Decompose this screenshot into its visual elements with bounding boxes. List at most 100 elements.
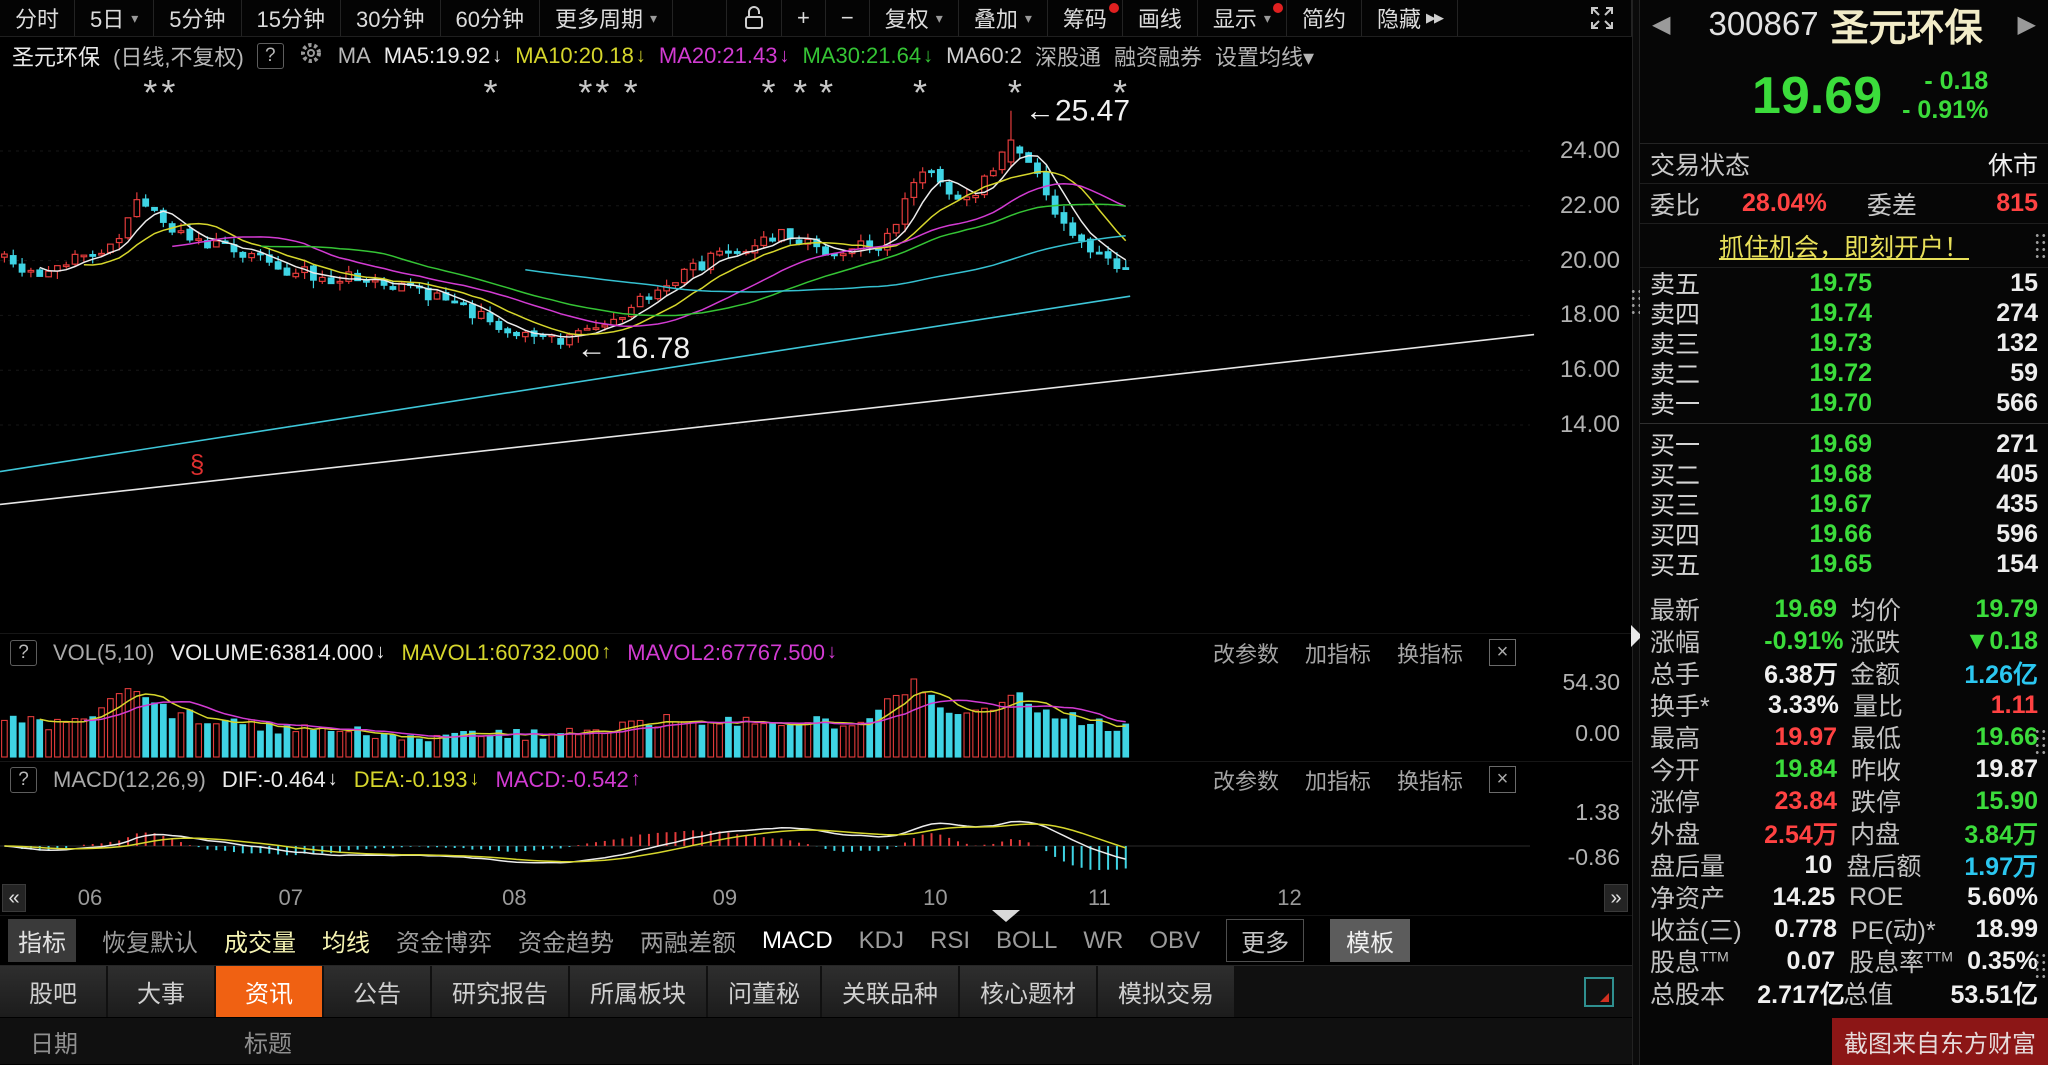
bottom-tab[interactable]: 关联品种 — [822, 966, 958, 1017]
indicator-tab[interactable]: MACD — [762, 927, 833, 955]
edge-grip-middle[interactable] — [2034, 728, 2047, 756]
stat-value: 19.79 — [1969, 595, 2038, 624]
help-icon[interactable]: ? — [10, 767, 37, 793]
bottom-tab[interactable]: 模拟交易 — [1098, 966, 1234, 1017]
scroll-left-button[interactable]: « — [2, 884, 26, 912]
toolbar-button[interactable]: 5分钟 — [154, 0, 241, 36]
stat-label: 涨跌 — [1850, 623, 1964, 659]
toolbar-button[interactable]: + — [782, 0, 826, 36]
fullscreen-icon[interactable] — [1573, 0, 1632, 36]
toolbar-button[interactable]: 画线 — [1123, 0, 1198, 36]
lock-icon[interactable] — [727, 0, 782, 36]
bottom-tab[interactable]: 研究报告 — [432, 966, 568, 1017]
toolbar-button-label: 5分钟 — [169, 2, 225, 34]
pane-action-link[interactable]: 改参数 — [1213, 764, 1279, 796]
pane-action-link[interactable]: 加指标 — [1305, 637, 1371, 669]
header-link[interactable]: 深股通 — [1035, 40, 1101, 72]
pane-action-link[interactable]: 换指标 — [1397, 764, 1463, 796]
order-price: 19.68 — [1722, 460, 1918, 489]
open-account-ad[interactable]: 抓住机会，即刻开户！ — [1640, 224, 2048, 268]
toolbar-button[interactable]: 简约 — [1287, 0, 1362, 36]
stock-name: 圣元环保 — [1831, 0, 1983, 52]
volume-chart[interactable]: 54.30 0.00 — [0, 671, 1632, 761]
indicator-tab[interactable]: OBV — [1149, 927, 1200, 955]
order-book-row: 买五19.65154 — [1640, 549, 2048, 579]
toolbar-button[interactable]: 隐藏▶▶ — [1362, 0, 1458, 36]
indicator-tab[interactable]: 模板 — [1330, 919, 1410, 962]
toolbar-button[interactable]: 15分钟 — [242, 0, 341, 36]
indicator-tab[interactable]: 指标 — [8, 919, 76, 962]
stat-value: 18.99 — [1969, 915, 2038, 944]
toolbar-button[interactable]: − — [826, 0, 870, 36]
event-marker-icon: * — [762, 75, 776, 113]
gear-icon[interactable] — [297, 39, 325, 73]
stat-value: 53.51亿 — [1950, 975, 2038, 1011]
next-stock-icon[interactable]: ▶ — [2018, 10, 2036, 39]
edge-grip-bottom[interactable] — [2034, 952, 2047, 980]
bottom-tab[interactable]: 资讯 — [216, 966, 322, 1017]
ad-link[interactable]: 抓住机会，即刻开户！ — [1719, 228, 1969, 264]
ma-settings-link[interactable]: 设置均线▾ — [1215, 40, 1314, 72]
indicator-tab[interactable]: RSI — [930, 927, 970, 955]
macd-chart[interactable]: 1.38 -0.86 — [0, 797, 1632, 883]
toolbar-button[interactable]: 叠加▾ — [959, 0, 1048, 36]
trend-arrow-icon: ↓ — [328, 768, 338, 791]
indicator-tab[interactable]: 均线 — [322, 923, 370, 958]
kline-chart[interactable]: ************§←25.47← 16.78 24.0022.0020.… — [0, 75, 1632, 633]
stat-label: 股息率TTM — [1849, 943, 1967, 979]
indicator-tab[interactable]: KDJ — [859, 927, 904, 955]
close-icon[interactable]: × — [1489, 639, 1516, 666]
bottom-tab[interactable]: 公告 — [324, 966, 430, 1017]
toolbar-button[interactable]: 60分钟 — [441, 0, 540, 36]
order-volume: 132 — [1918, 329, 2038, 358]
pane-action-link[interactable]: 改参数 — [1213, 637, 1279, 669]
ma-text: MA10:20.18 — [515, 43, 634, 69]
price-change: - 0.18 - 0.91% — [1902, 67, 1988, 125]
quote-list-icon[interactable] — [1584, 977, 1614, 1007]
stat-value: 19.84 — [1768, 755, 1851, 784]
panel-divider[interactable] — [1632, 0, 1640, 1065]
caret-down-icon: ▾ — [1264, 10, 1271, 27]
prev-stock-icon[interactable]: ◀ — [1652, 10, 1670, 39]
bottom-tab[interactable]: 核心题材 — [960, 966, 1096, 1017]
toolbar-button[interactable]: 筹码 — [1048, 0, 1123, 36]
toolbar-button[interactable]: 5日▾ — [75, 0, 154, 36]
indicator-tab[interactable]: 恢复默认 — [102, 923, 198, 958]
ma-indicator-value: MA10:20.18↓ — [515, 43, 646, 69]
stat-label: 外盘 — [1650, 815, 1764, 851]
indicator-tab[interactable]: 资金博弈 — [396, 923, 492, 958]
toolbar-button[interactable]: 显示▾ — [1198, 0, 1287, 36]
help-icon[interactable]: ? — [257, 43, 284, 69]
help-icon[interactable]: ? — [10, 640, 37, 666]
toolbar-button[interactable]: 复权▾ — [870, 0, 959, 36]
indicator-tab[interactable]: 两融差额 — [640, 923, 736, 958]
scroll-right-button[interactable]: » — [1604, 884, 1628, 912]
stat-row: 总股本2.717亿总值53.51亿 — [1640, 977, 2048, 1009]
indicator-tab[interactable]: 更多 — [1226, 919, 1304, 962]
bottom-tab[interactable]: 股吧 — [0, 966, 106, 1017]
caret-down-icon: ▾ — [650, 10, 657, 27]
toolbar-button[interactable]: 30分钟 — [341, 0, 440, 36]
indicator-tab[interactable]: BOLL — [996, 927, 1057, 955]
bottom-tab[interactable]: 大事 — [108, 966, 214, 1017]
toolbar-button-label: 简约 — [1302, 2, 1346, 34]
ma-indicator-value: MA60:2 — [946, 43, 1022, 69]
collapse-chart-icon[interactable] — [992, 910, 1020, 922]
bottom-tab[interactable]: 所属板块 — [570, 966, 706, 1017]
toolbar-button[interactable]: 分时 — [0, 0, 75, 36]
pane-action-link[interactable]: 加指标 — [1305, 764, 1371, 796]
header-link[interactable]: 融资融券 — [1114, 40, 1202, 72]
indicator-tab[interactable]: WR — [1083, 927, 1123, 955]
close-icon[interactable]: × — [1489, 766, 1516, 793]
indicator-tab[interactable]: 资金趋势 — [518, 923, 614, 958]
stat-row: 收益(三)0.778PE(动)*18.99 — [1640, 913, 2048, 945]
toolbar-button-label: 15分钟 — [257, 2, 325, 34]
bottom-tab[interactable]: 问董秘 — [708, 966, 820, 1017]
toolbar-button[interactable]: 更多周期▾ — [540, 0, 673, 36]
toolbar-button-label: 叠加 — [974, 2, 1018, 34]
indicator-tab[interactable]: 成交量 — [224, 923, 296, 958]
pane-action-link[interactable]: 换指标 — [1397, 637, 1463, 669]
weicha-label: 委差 — [1867, 186, 1917, 222]
macd-actions: 改参数加指标换指标 × — [1213, 764, 1516, 796]
edge-grip-top[interactable] — [2034, 232, 2047, 260]
